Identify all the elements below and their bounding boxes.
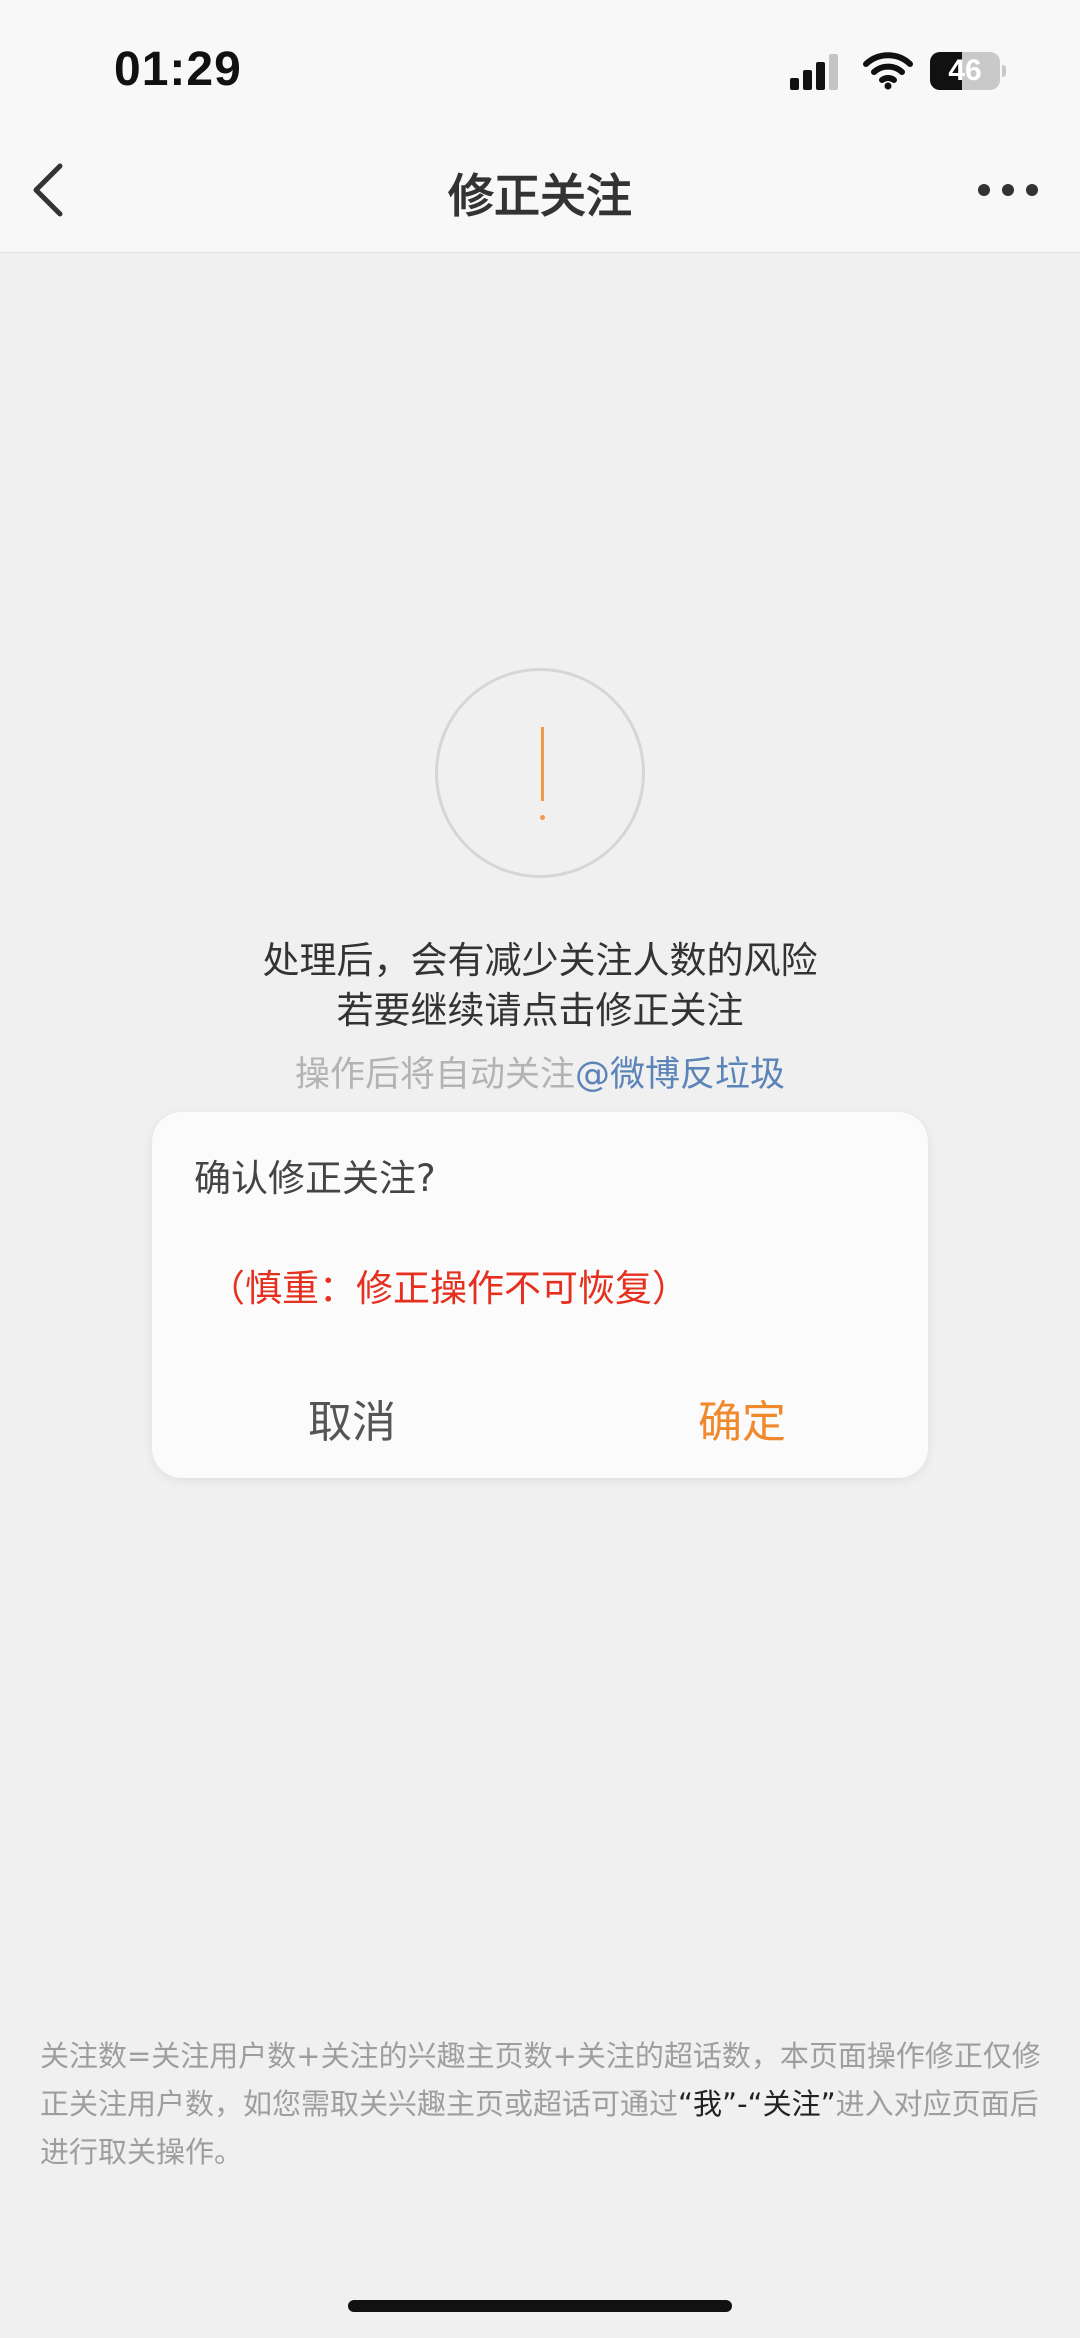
cancel-button[interactable]: 取消 [262, 1386, 442, 1450]
battery-tip [1002, 65, 1006, 77]
battery-percent: 46 [948, 54, 982, 87]
status-time: 01:29 [114, 43, 242, 96]
footer-note: 关注数=关注用户数+关注的兴趣主页数+关注的超话数，本页面操作修正仅修正关注用户… [40, 2032, 1050, 2176]
battery-indicator: 46 [930, 52, 1006, 90]
wifi-icon [863, 52, 913, 90]
risk-message-line-1: 处理后，会有减少关注人数的风险 [262, 939, 818, 982]
battery-body: 46 [930, 52, 1000, 90]
footer-dash: - [737, 2087, 748, 2121]
dialog-warning-text: （慎重：修正操作不可恢复） [208, 1267, 689, 1310]
weibo-anti-spam-link[interactable]: @微博反垃圾 [575, 1055, 785, 1095]
footer-follow-label: “关注” [747, 2087, 836, 2121]
cellular-signal-icon [790, 54, 838, 90]
ellipsis-icon[interactable] [976, 178, 1040, 202]
exclamation-line [541, 727, 544, 801]
home-indicator[interactable] [348, 2300, 732, 2312]
exclamation-dot [540, 815, 545, 820]
top-bar: 01:29 46 修正关注 [0, 0, 1080, 253]
dialog-title: 确认修正关注? [194, 1157, 436, 1200]
risk-message-line-2: 若要继续请点击修正关注 [336, 989, 744, 1032]
auto-follow-notice: 操作后将自动关注@微博反垃圾 [0, 1046, 1080, 1097]
page-title: 修正关注 [448, 169, 632, 223]
footer-me-label: “我” [678, 2087, 738, 2121]
exclamation-circle-icon [435, 668, 645, 878]
confirm-button[interactable]: 确定 [652, 1386, 832, 1450]
confirm-dialog: 确认修正关注? （慎重：修正操作不可恢复） 取消 确定 [152, 1112, 928, 1478]
auto-follow-text: 操作后将自动关注 [294, 1055, 575, 1095]
